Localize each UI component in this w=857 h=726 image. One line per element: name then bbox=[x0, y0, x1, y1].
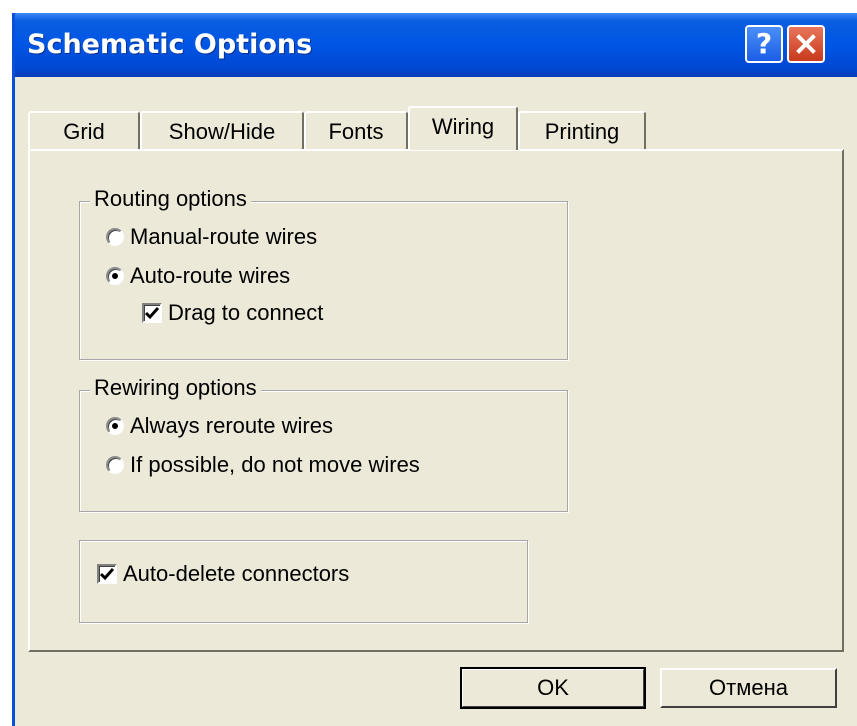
rewiring-options-legend: Rewiring options bbox=[90, 375, 261, 401]
radio-selected-icon bbox=[106, 417, 124, 435]
radio-selected-icon bbox=[106, 267, 124, 285]
auto-delete-group: Auto-delete connectors bbox=[79, 540, 528, 623]
do-not-move-radio[interactable]: If possible, do not move wires bbox=[106, 452, 420, 478]
always-reroute-label: Always reroute wires bbox=[130, 413, 333, 438]
routing-options-legend: Routing options bbox=[90, 186, 251, 212]
checkbox-checked-icon bbox=[97, 564, 117, 584]
tab-grid[interactable]: Grid bbox=[28, 111, 140, 149]
ok-button[interactable]: OK bbox=[460, 667, 646, 709]
drag-to-connect-checkbox[interactable]: Drag to connect bbox=[142, 300, 323, 326]
tab-wiring[interactable]: Wiring bbox=[408, 106, 518, 150]
rewiring-options-group: Rewiring options Always reroute wires If… bbox=[79, 375, 568, 512]
tab-label: Wiring bbox=[431, 114, 495, 139]
wiring-panel: Routing options Manual-route wires Auto-… bbox=[28, 149, 844, 652]
auto-route-radio[interactable]: Auto-route wires bbox=[106, 263, 290, 289]
tab-label: Printing bbox=[544, 119, 620, 144]
routing-options-group: Routing options Manual-route wires Auto-… bbox=[79, 186, 568, 360]
auto-route-label: Auto-route wires bbox=[130, 263, 291, 288]
close-icon bbox=[796, 34, 816, 54]
tab-show-hide[interactable]: Show/Hide bbox=[140, 111, 304, 149]
radio-icon bbox=[106, 228, 124, 246]
help-button[interactable]: ? bbox=[745, 25, 783, 63]
always-reroute-radio[interactable]: Always reroute wires bbox=[106, 413, 333, 439]
help-icon: ? bbox=[755, 27, 773, 60]
manual-route-radio[interactable]: Manual-route wires bbox=[106, 224, 317, 250]
auto-delete-checkbox[interactable]: Auto-delete connectors bbox=[97, 561, 349, 587]
checkbox-checked-icon bbox=[142, 303, 162, 323]
tab-fonts[interactable]: Fonts bbox=[304, 111, 408, 149]
radio-icon bbox=[106, 456, 124, 474]
title-bar[interactable]: Schematic Options ? bbox=[15, 13, 857, 77]
tab-label: Grid bbox=[63, 119, 105, 144]
tab-label: Show/Hide bbox=[168, 119, 276, 144]
do-not-move-label: If possible, do not move wires bbox=[130, 452, 420, 477]
dialog-window: Schematic Options ? Grid Show/Hide Fonts… bbox=[12, 13, 857, 726]
window-title: Schematic Options bbox=[27, 29, 313, 60]
drag-to-connect-label: Drag to connect bbox=[168, 300, 324, 325]
tab-label: Fonts bbox=[328, 119, 384, 144]
tab-printing[interactable]: Printing bbox=[518, 111, 646, 149]
close-button[interactable] bbox=[787, 25, 825, 63]
manual-route-label: Manual-route wires bbox=[130, 224, 318, 249]
cancel-button[interactable]: Отмена bbox=[660, 668, 837, 708]
auto-delete-label: Auto-delete connectors bbox=[123, 561, 350, 586]
